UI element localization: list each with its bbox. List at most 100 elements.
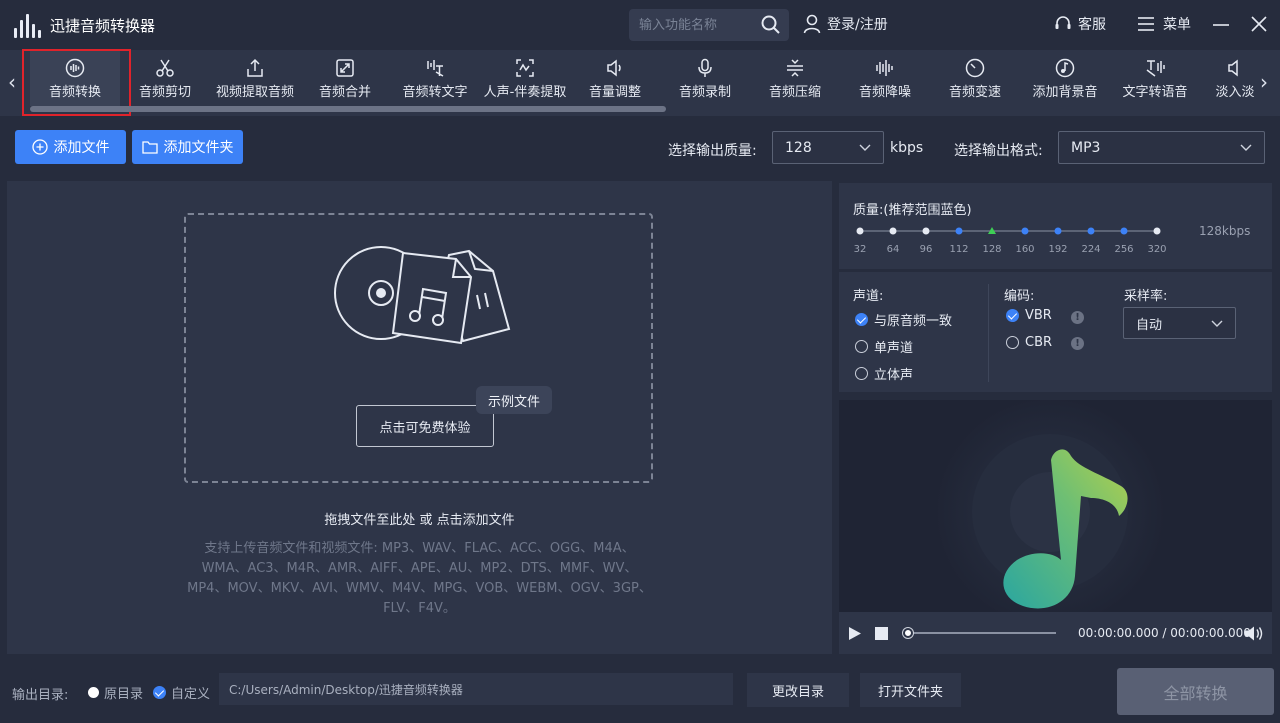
close-icon[interactable]	[1250, 15, 1268, 33]
tool-label: 音频转文字	[402, 81, 467, 100]
quality-tick-mark[interactable]	[1154, 228, 1161, 235]
quality-tick-label: 160	[1015, 244, 1034, 255]
play-icon[interactable]	[848, 626, 862, 641]
quality-tick-mark[interactable]	[1055, 228, 1062, 235]
quality-tick-mark[interactable]	[1088, 228, 1095, 235]
minimize-icon[interactable]	[1212, 16, 1230, 34]
merge-icon	[335, 58, 355, 78]
convert-all-button[interactable]: 全部转换	[1117, 668, 1274, 715]
output-dir-label: 输出目录:	[12, 684, 68, 703]
chevron-down-icon	[1240, 144, 1252, 152]
quality-tick-mark[interactable]	[923, 228, 930, 235]
try-free-button[interactable]: 点击可免费体验	[356, 405, 494, 447]
quality-unit: kbps	[890, 140, 923, 156]
radio-icon	[855, 340, 868, 353]
tool-label: 音量调整	[589, 81, 641, 100]
samplerate-select[interactable]: 自动	[1123, 307, 1236, 339]
text-to-speech-icon	[1145, 58, 1165, 78]
scissors-icon	[155, 58, 175, 78]
login-label: 登录/注册	[827, 14, 888, 34]
tool-background-music[interactable]: 添加背景音	[1020, 50, 1110, 116]
quality-tick-mark[interactable]	[1022, 228, 1029, 235]
fade-icon	[1225, 58, 1245, 78]
tool-label: 添加背景音	[1032, 81, 1097, 100]
scroll-left-icon[interactable]: ‹	[8, 70, 16, 94]
quality-tick-mark[interactable]	[890, 228, 897, 235]
hamburger-icon	[1137, 16, 1155, 32]
encoding-option-vbr[interactable]: VBR	[1006, 308, 1052, 323]
quality-tick-label: 320	[1147, 244, 1166, 255]
upload-icon	[245, 58, 265, 78]
encoding-option-label: VBR	[1025, 308, 1052, 323]
service-label: 客服	[1078, 14, 1106, 34]
output-original-radio[interactable]: 原目录	[88, 683, 143, 702]
chevron-down-icon	[859, 144, 871, 152]
channel-option-label: 单声道	[874, 337, 913, 356]
search-icon[interactable]	[761, 15, 781, 35]
radio-icon	[88, 687, 99, 698]
search-box[interactable]	[629, 9, 789, 41]
playback-time: 00:00:00.000 / 00:00:00.000	[1078, 626, 1251, 640]
encoding-option-cbr[interactable]: CBR	[1006, 335, 1052, 350]
change-dir-button[interactable]: 更改目录	[747, 673, 849, 707]
playback-progress-track[interactable]	[908, 632, 1056, 634]
quality-slider[interactable]: 326496112128160192224256320	[851, 221, 1169, 257]
quality-tick-label: 256	[1114, 244, 1133, 255]
tool-audio-speed[interactable]: 音频变速	[930, 50, 1020, 116]
quality-tick-mark[interactable]	[956, 228, 963, 235]
add-file-label: 添加文件	[54, 137, 110, 157]
radio-icon	[855, 367, 868, 380]
quality-tick-mark[interactable]	[857, 228, 864, 235]
tool-audio-compress[interactable]: 音频压缩	[750, 50, 840, 116]
quality-tick-label: 32	[854, 244, 867, 255]
quality-panel: 质量:(推荐范围蓝色) 326496112128160192224256320 …	[839, 183, 1272, 269]
app-logo-icon	[14, 12, 42, 38]
tool-strip-scrollbar[interactable]	[30, 106, 666, 112]
quality-value: 128	[785, 140, 812, 156]
tool-label: 音频剪切	[139, 81, 191, 100]
tool-label: 音频压缩	[769, 81, 821, 100]
volume-speaker-icon[interactable]	[1244, 625, 1264, 642]
playback-progress-knob[interactable]	[903, 628, 913, 638]
add-file-button[interactable]: 添加文件	[15, 130, 126, 164]
radio-checked-icon	[153, 686, 166, 699]
vbr-info-icon[interactable]: !	[1071, 311, 1084, 324]
tool-audio-denoise[interactable]: 音频降噪	[840, 50, 930, 116]
channel-option-mono[interactable]: 单声道	[855, 337, 913, 356]
service-button[interactable]: 客服	[1054, 14, 1106, 34]
quality-tick-mark[interactable]	[1121, 228, 1128, 235]
quality-panel-title: 质量:(推荐范围蓝色)	[853, 199, 972, 218]
tool-label: 淡入淡	[1215, 81, 1254, 100]
sample-file-tag[interactable]: 示例文件	[476, 386, 552, 414]
format-select[interactable]: MP3	[1058, 131, 1265, 164]
stop-icon[interactable]	[875, 627, 888, 640]
media-files-illustration-icon	[331, 243, 516, 345]
quality-tick-label: 96	[920, 244, 933, 255]
cbr-info-icon[interactable]: !	[1071, 337, 1084, 350]
compress-icon	[785, 58, 805, 78]
menu-button[interactable]: 菜单	[1137, 14, 1191, 34]
drop-zone[interactable]: 点击可免费体验 示例文件	[184, 213, 653, 483]
tool-audio-record[interactable]: 音频录制	[660, 50, 750, 116]
title-bar: 迅捷音频转换器 登录/注册 客服 菜单	[0, 0, 1280, 50]
scroll-right-icon[interactable]: ›	[1260, 70, 1268, 94]
quality-select[interactable]: 128	[772, 131, 884, 164]
tool-label: 视频提取音频	[216, 81, 294, 100]
format-value: MP3	[1071, 140, 1100, 156]
speed-icon	[965, 58, 985, 78]
tool-text-to-speech[interactable]: 文字转语音	[1110, 50, 1200, 116]
quality-tick-label: 112	[949, 244, 968, 255]
add-folder-label: 添加文件夹	[164, 137, 234, 157]
output-path-field[interactable]: C:/Users/Admin/Desktop/迅捷音频转换器	[219, 673, 733, 705]
output-custom-radio[interactable]: 自定义	[153, 683, 210, 702]
channel-option-stereo[interactable]: 立体声	[855, 364, 913, 383]
tool-fade[interactable]: 淡入淡	[1205, 50, 1265, 116]
search-input[interactable]	[639, 9, 759, 41]
channel-option-original[interactable]: 与原音频一致	[855, 310, 952, 329]
add-folder-button[interactable]: 添加文件夹	[132, 130, 243, 164]
samplerate-value: 自动	[1136, 314, 1162, 333]
headset-icon	[1054, 15, 1072, 33]
login-button[interactable]: 登录/注册	[803, 14, 888, 34]
open-folder-button[interactable]: 打开文件夹	[860, 673, 961, 707]
microphone-icon	[695, 58, 715, 78]
